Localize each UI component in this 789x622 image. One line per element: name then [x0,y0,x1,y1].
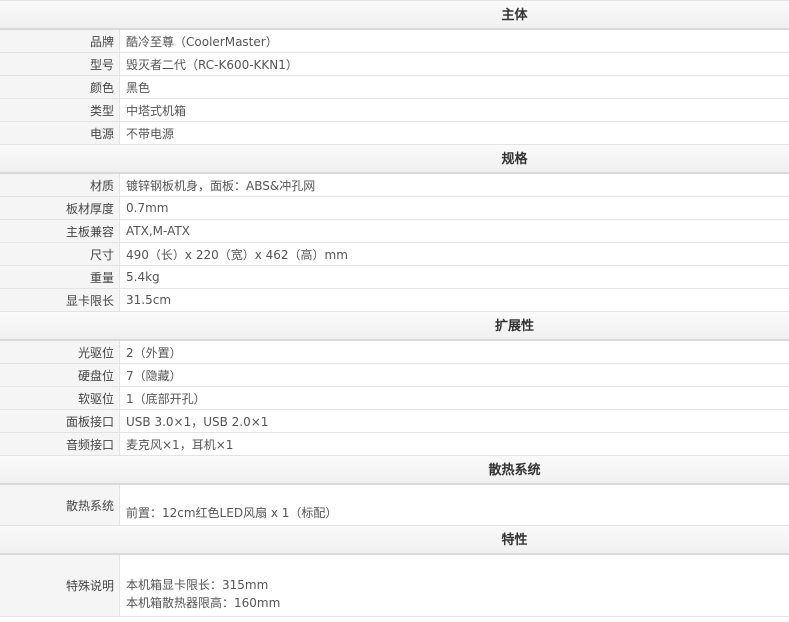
spec-value: 前置：12cm红色LED风扇 x 1（标配） [126,506,338,520]
spec-key: 散热系统 [0,485,120,525]
section-header-specs: 规格 [0,145,789,174]
table-row: 散热系统 前置：12cm红色LED风扇 x 1（标配） [0,485,789,526]
spec-value: 黑色 [126,80,151,95]
spec-key: 板材厚度 [0,197,120,219]
section-header-main: 主体 [0,1,789,30]
spec-value: 毁灭者二代（RC-K600-KKN1） [126,57,298,72]
spec-value: 490（长）x 220（宽）x 462（高）mm [126,247,348,262]
table-row: 音频接口 麦克风×1，耳机×1 [0,433,789,456]
spec-value: 酷冷至尊（CoolerMaster） [126,34,278,49]
spec-value: 7（隐藏） [126,368,182,383]
spec-table: 主体 品牌 酷冷至尊（CoolerMaster） 型号 毁灭者二代（RC-K60… [0,0,789,617]
spec-key: 显卡限长 [0,289,120,311]
table-row: 特殊说明 本机箱显卡限长：315mm 本机箱散热器限高：160mm [0,555,789,617]
spec-key: 主板兼容 [0,220,120,242]
spec-key: 材质 [0,174,120,196]
table-row: 主板兼容 ATX,M-ATX [0,220,789,243]
table-row: 软驱位 1（底部开孔） [0,387,789,410]
table-row: 硬盘位 7（隐藏） [0,364,789,387]
spec-value: 2（外置） [126,345,182,360]
spec-key: 软驱位 [0,387,120,409]
table-row: 重量 5.4kg [0,266,789,289]
spec-key: 型号 [0,53,120,75]
spec-value: 本机箱显卡限长：315mm 本机箱散热器限高：160mm [120,555,789,616]
section-header-features: 特性 [0,526,789,555]
spec-value-line: 本机箱显卡限长：315mm [126,578,269,592]
spec-key: 硬盘位 [0,364,120,386]
spec-value: 1（底部开孔） [126,391,206,406]
spec-key: 音频接口 [0,433,120,455]
spec-key: 品牌 [0,30,120,52]
spec-value: 0.7mm [126,201,169,215]
spec-value: 不带电源 [126,126,175,141]
table-row: 材质 镀锌钢板机身，面板：ABS&冲孔网 [0,174,789,197]
table-row: 尺寸 490（长）x 220（宽）x 462（高）mm [0,243,789,266]
section-header-cooling: 散热系统 [0,456,789,485]
section-header-expansion: 扩展性 [0,312,789,341]
spec-value: 中塔式机箱 [126,103,187,118]
spec-key: 重量 [0,266,120,288]
spec-value: USB 3.0×1，USB 2.0×1 [126,414,269,429]
spec-value-line: 本机箱散热器限高：160mm [126,596,281,610]
spec-key: 类型 [0,99,120,121]
spec-key: 光驱位 [0,341,120,363]
spec-key: 电源 [0,122,120,144]
spec-value: 镀锌钢板机身，面板：ABS&冲孔网 [126,178,316,193]
spec-value: 31.5cm [126,293,172,307]
spec-key: 尺寸 [0,243,120,265]
table-row: 类型 中塔式机箱 [0,99,789,122]
table-row: 光驱位 2（外置） [0,341,789,364]
table-row: 显卡限长 31.5cm [0,289,789,312]
table-row: 品牌 酷冷至尊（CoolerMaster） [0,30,789,53]
spec-value: 5.4kg [126,270,160,284]
spec-value: 麦克风×1，耳机×1 [126,437,234,452]
table-row: 型号 毁灭者二代（RC-K600-KKN1） [0,53,789,76]
table-row: 电源 不带电源 [0,122,789,145]
spec-key: 特殊说明 [0,555,120,616]
spec-value: ATX,M-ATX [126,224,190,238]
table-row: 面板接口 USB 3.0×1，USB 2.0×1 [0,410,789,433]
spec-key: 面板接口 [0,410,120,432]
spec-key: 颜色 [0,76,120,98]
table-row: 颜色 黑色 [0,76,789,99]
table-row: 板材厚度 0.7mm [0,197,789,220]
